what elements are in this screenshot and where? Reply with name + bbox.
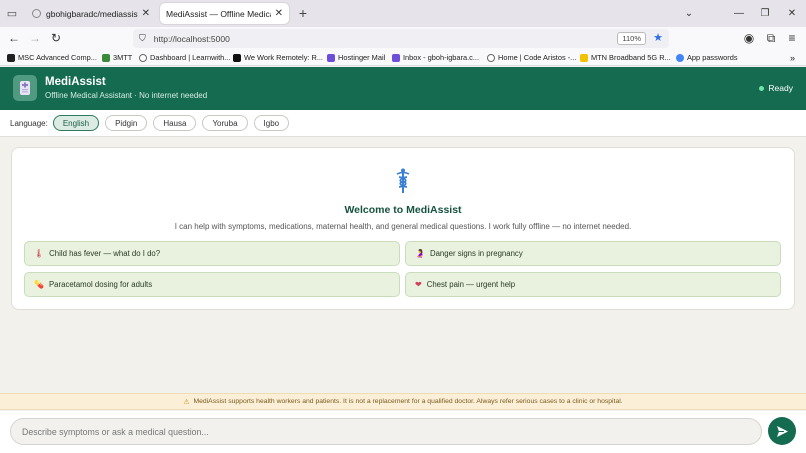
tab-overflow-icon[interactable]: ⌄ (678, 4, 700, 22)
bookmark-star-icon[interactable]: ★ (653, 31, 663, 44)
bookmark-item[interactable]: Dashboard | Learnwith... (139, 53, 230, 62)
message-composer (0, 411, 806, 453)
suggestion-label: Danger signs in pregnancy (429, 249, 523, 258)
suggestion-label: Chest pain — urgent help (426, 280, 516, 289)
close-tab-icon[interactable]: ✕ (275, 8, 283, 19)
pregnant-woman-icon: 🤰 (415, 249, 425, 258)
bookmark-favicon (327, 53, 335, 62)
bookmark-favicon (580, 53, 588, 62)
suggestion-label: Child has fever — what do I do? (49, 249, 161, 258)
language-bar: Language: English Pidgin Hausa Yoruba Ig… (0, 110, 806, 137)
menu-icon[interactable]: ≡ (784, 30, 800, 46)
language-option-igbo[interactable]: Igbo (253, 115, 290, 131)
app-title: MediAssist (45, 76, 106, 88)
bookmark-item[interactable]: Home | Code Aristos -... (487, 53, 576, 62)
status-indicator: Ready (759, 83, 793, 93)
suggestion-label: Paracetamol dosing for adults (48, 280, 153, 289)
google-icon (676, 53, 684, 62)
bookmarks-overflow-icon[interactable]: » (790, 53, 795, 63)
bookmark-item[interactable]: Hostinger Mail (327, 53, 385, 62)
forward-icon[interactable]: → (27, 30, 43, 46)
thermometer-icon: 🌡 (34, 249, 45, 258)
maximize-icon[interactable]: ❐ (754, 4, 776, 22)
status-text: Ready (768, 83, 793, 93)
zoom-level[interactable]: 110% (617, 32, 646, 45)
warning-icon: ⚠ (183, 398, 190, 406)
close-window-icon[interactable]: ✕ (781, 4, 803, 22)
bookmark-favicon (7, 53, 15, 62)
close-tab-icon[interactable]: ✕ (142, 8, 150, 19)
browser-nav-bar: ← → ↻ ⛉ http://localhost:5000 110% ★ ◉ ⧉… (0, 27, 806, 50)
new-tab-button[interactable]: + (294, 5, 312, 21)
bookmark-favicon (233, 53, 241, 62)
language-option-english[interactable]: English (52, 115, 100, 131)
account-icon[interactable]: ◉ (741, 30, 757, 46)
bookmarks-bar: MSC Advanced Comp... 3MTT Dashboard | Le… (0, 50, 806, 66)
url-bar[interactable]: ⛉ http://localhost:5000 110% ★ (133, 29, 669, 48)
suggestion-child-fever[interactable]: 🌡 Child has fever — what do I do? (24, 241, 400, 266)
disclaimer-banner: ⚠ MediAssist supports health workers and… (0, 393, 806, 410)
welcome-card: Welcome to MediAssist I can help with sy… (11, 147, 795, 310)
suggestion-pregnancy-danger[interactable]: 🤰 Danger signs in pregnancy (405, 241, 781, 266)
status-dot-icon (759, 85, 765, 91)
welcome-description: I can help with symptoms, medications, m… (174, 222, 632, 231)
send-button[interactable] (768, 417, 796, 445)
tab-title: gbohigbaradc/mediassist_subm (46, 8, 138, 19)
loading-icon (32, 9, 41, 18)
globe-icon (487, 53, 495, 62)
back-icon[interactable]: ← (6, 30, 22, 46)
language-option-yoruba[interactable]: Yoruba (202, 115, 248, 131)
bookmark-favicon (102, 53, 110, 62)
pill-icon: 💊 (34, 280, 44, 289)
extensions-icon[interactable]: ⧉ (763, 30, 779, 46)
globe-icon (139, 53, 147, 62)
app-header: MediAssist Offline Medical Assistant · N… (0, 67, 806, 110)
disclaimer-text: MediAssist supports health workers and p… (193, 398, 623, 405)
bookmark-item[interactable]: MTN Broadband 5G R... (580, 53, 671, 62)
language-label: Language: (10, 118, 48, 128)
app-subtitle: Offline Medical Assistant · No internet … (45, 91, 208, 100)
caduceus-icon (12, 168, 794, 199)
tab-list-icon[interactable]: ▭ (3, 5, 21, 21)
tab-title: MediAssist — Offline Medical Assist (166, 8, 271, 19)
app-logo-icon (13, 75, 37, 101)
browser-tab[interactable]: gbohigbaradc/mediassist_subm ✕ (26, 3, 156, 24)
suggestion-chest-pain[interactable]: ❤ Chest pain — urgent help (405, 272, 781, 297)
bookmark-favicon (392, 53, 400, 62)
minimize-icon[interactable]: — (728, 4, 750, 22)
language-option-hausa[interactable]: Hausa (153, 115, 197, 131)
suggestion-paracetamol[interactable]: 💊 Paracetamol dosing for adults (24, 272, 400, 297)
browser-tab-active[interactable]: MediAssist — Offline Medical Assist ✕ (160, 3, 289, 24)
language-option-pidgin[interactable]: Pidgin (105, 115, 148, 131)
site-info-icon[interactable]: ⛉ (139, 33, 146, 44)
bookmark-item[interactable]: 3MTT (102, 53, 132, 62)
reload-icon[interactable]: ↻ (48, 30, 64, 46)
welcome-title: Welcome to MediAssist (344, 204, 462, 216)
heart-icon: ❤ (415, 280, 422, 289)
bookmark-item[interactable]: MSC Advanced Comp... (7, 53, 97, 62)
message-input[interactable] (10, 418, 762, 445)
bookmark-item[interactable]: We Work Remotely: R... (233, 53, 323, 62)
send-icon (776, 425, 788, 437)
bookmark-item[interactable]: App passwords (676, 53, 738, 62)
bookmark-item[interactable]: Inbox - gboh-igbara.c... (392, 53, 479, 62)
url-text: http://localhost:5000 (153, 33, 230, 44)
browser-tab-bar: ▭ gbohigbaradc/mediassist_subm ✕ MediAss… (0, 0, 806, 27)
